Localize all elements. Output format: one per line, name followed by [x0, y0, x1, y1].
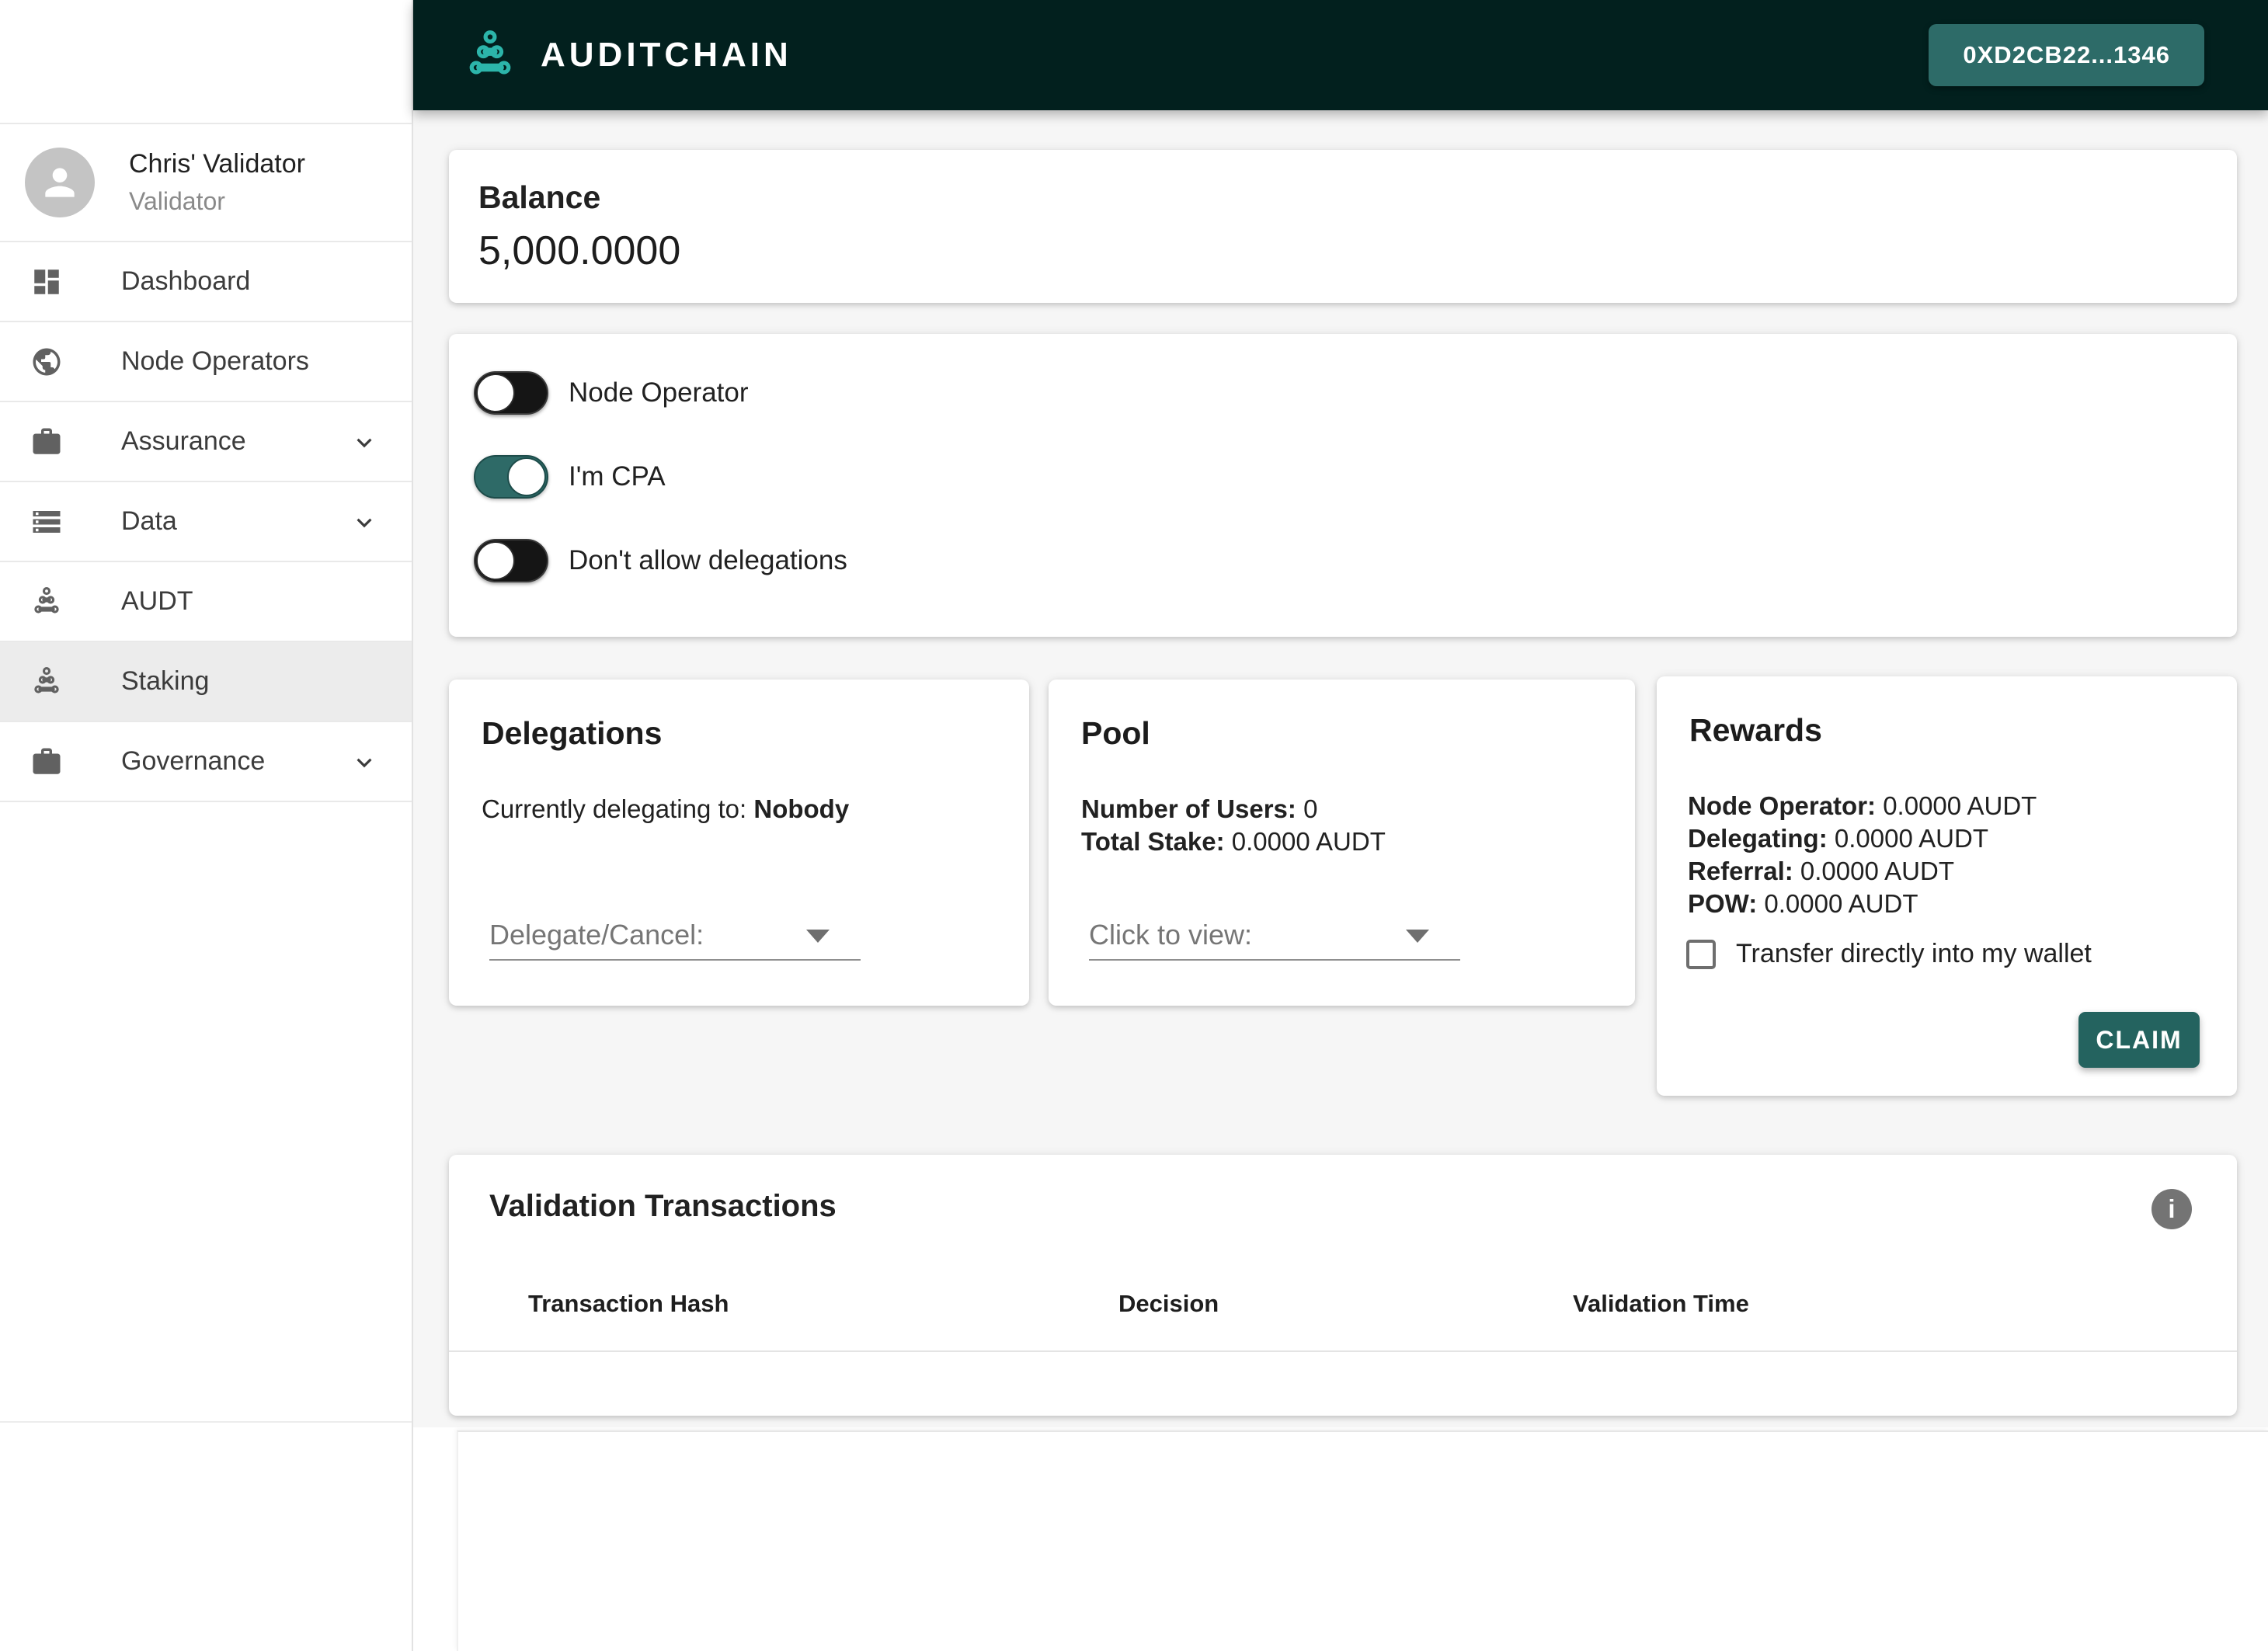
- sidebar-item-dashboard[interactable]: Dashboard: [0, 242, 412, 322]
- briefcase-icon: [30, 745, 64, 779]
- wallet-address-button[interactable]: 0XD2CB22...1346: [1929, 24, 2204, 86]
- im-cpa-toggle[interactable]: [474, 455, 548, 499]
- sidebar-item-node-operators[interactable]: Node Operators: [0, 322, 412, 402]
- dropdown-caret-icon: [806, 930, 830, 943]
- pool-card: Pool Number of Users: 0 Total Stake: 0.0…: [1049, 680, 1635, 1006]
- profile-section: Chris' Validator Validator: [0, 124, 412, 242]
- node-operator-toggle[interactable]: [474, 371, 548, 415]
- briefcase-icon: [30, 425, 64, 459]
- chevron-down-icon: [350, 748, 379, 781]
- rewards-stats: Node Operator: 0.0000 AUDT Delegating: 0…: [1688, 790, 2037, 920]
- pool-stake-value: 0.0000 AUDT: [1231, 827, 1386, 856]
- rewards-card: Rewards Node Operator: 0.0000 AUDT Deleg…: [1657, 676, 2237, 1096]
- sidebar-bottom-divider: [0, 1421, 412, 1423]
- toggle-knob: [476, 374, 515, 412]
- sidebar-item-label: Node Operators: [121, 346, 309, 376]
- toggle-label: I'm CPA: [569, 461, 666, 492]
- delegation-status-label: Currently delegating to:: [482, 794, 754, 823]
- sidebar-item-audt[interactable]: AUDT: [0, 562, 412, 642]
- dropdown-caret-icon: [1406, 930, 1429, 943]
- pool-stake-label: Total Stake:: [1081, 827, 1232, 856]
- select-label: Delegate/Cancel:: [489, 919, 704, 951]
- delegations-card: Delegations Currently delegating to: Nob…: [449, 680, 1029, 1006]
- select-label: Click to view:: [1089, 919, 1253, 951]
- balance-card: Balance 5,000.0000: [449, 150, 2237, 303]
- toggle-knob: [507, 457, 546, 496]
- transfer-checkbox-label: Transfer directly into my wallet: [1736, 939, 2092, 968]
- reward-value: 0.0000 AUDT: [1883, 791, 2037, 820]
- reward-value: 0.0000 AUDT: [1834, 824, 1988, 853]
- sidebar-item-staking[interactable]: Staking: [0, 642, 412, 722]
- claim-button[interactable]: CLAIM: [2078, 1012, 2200, 1068]
- sidebar: Chris' Validator Validator Dashboard Nod…: [0, 0, 413, 1651]
- reward-label: Referral:: [1688, 857, 1800, 885]
- transfer-wallet-checkbox[interactable]: [1686, 939, 1716, 969]
- toggle-label: Don't allow delegations: [569, 545, 847, 575]
- table-body-section: [457, 1430, 2268, 1651]
- reward-value: 0.0000 AUDT: [1764, 889, 1918, 918]
- profile-name: Chris' Validator: [129, 149, 305, 179]
- toggle-row-dont-allow-delegations: Don't allow delegations: [474, 539, 847, 582]
- chevron-down-icon: [350, 428, 379, 461]
- delegation-status: Currently delegating to: Nobody: [482, 793, 849, 826]
- transactions-table-header: Transaction Hash Decision Validation Tim…: [449, 1290, 2237, 1326]
- balance-title: Balance: [478, 179, 601, 215]
- sidebar-item-label: Dashboard: [121, 266, 251, 296]
- toggle-knob: [476, 541, 515, 580]
- pool-title: Pool: [1081, 715, 1150, 751]
- validation-transactions-title: Validation Transactions: [489, 1189, 837, 1223]
- sidebar-item-label: AUDT: [121, 586, 193, 616]
- auditchain-icon: [30, 585, 64, 619]
- delegate-cancel-select[interactable]: Delegate/Cancel:: [489, 912, 861, 961]
- reward-value: 0.0000 AUDT: [1800, 857, 1955, 885]
- dashboard-icon: [30, 265, 64, 299]
- toggle-row-im-cpa: I'm CPA: [474, 455, 666, 499]
- pool-users-value: 0: [1303, 794, 1318, 823]
- person-icon: [45, 168, 75, 197]
- brand-name: AUDITCHAIN: [541, 36, 792, 74]
- balance-value: 5,000.0000: [478, 228, 681, 273]
- validation-transactions-card: Validation Transactions i Transaction Ha…: [449, 1155, 2237, 1416]
- info-icon[interactable]: i: [2151, 1189, 2192, 1229]
- auditchain-logo-icon: [469, 30, 511, 75]
- staking-page: Chris' Validator Validator Dashboard Nod…: [0, 0, 2268, 1651]
- sidebar-item-label: Staking: [121, 666, 210, 696]
- sidebar-item-assurance[interactable]: Assurance: [0, 402, 412, 482]
- column-decision: Decision: [1118, 1290, 1219, 1317]
- sidebar-top-spacer: [0, 0, 412, 124]
- rewards-title: Rewards: [1689, 712, 1822, 748]
- table-header-divider: [449, 1350, 2237, 1352]
- pool-view-select[interactable]: Click to view:: [1089, 912, 1460, 961]
- column-transaction-hash: Transaction Hash: [528, 1290, 729, 1317]
- toggle-label: Node Operator: [569, 377, 749, 408]
- column-validation-time: Validation Time: [1573, 1290, 1749, 1317]
- reward-label: Delegating:: [1688, 824, 1835, 853]
- sidebar-item-label: Governance: [121, 746, 266, 776]
- storage-icon: [30, 505, 64, 539]
- sidebar-item-label: Assurance: [121, 426, 246, 456]
- sidebar-item-label: Data: [121, 506, 177, 536]
- auditchain-icon: [30, 665, 64, 699]
- app-header: AUDITCHAIN 0XD2CB22...1346: [413, 0, 2268, 110]
- settings-card: Node Operator I'm CPA Don't allow delega…: [449, 334, 2237, 637]
- profile-role: Validator: [129, 187, 225, 215]
- toggle-row-node-operator: Node Operator: [474, 371, 749, 415]
- reward-label: Node Operator:: [1688, 791, 1884, 820]
- sidebar-item-governance[interactable]: Governance: [0, 722, 412, 802]
- dont-allow-delegations-toggle[interactable]: [474, 539, 548, 582]
- pool-users-label: Number of Users:: [1081, 794, 1304, 823]
- chevron-down-icon: [350, 508, 379, 541]
- transfer-checkbox-row: Transfer directly into my wallet: [1686, 939, 2092, 969]
- pool-stats: Number of Users: 0 Total Stake: 0.0000 A…: [1081, 793, 1386, 858]
- delegation-status-value: Nobody: [753, 794, 850, 823]
- reward-label: POW:: [1688, 889, 1765, 918]
- brand: AUDITCHAIN: [461, 26, 792, 84]
- avatar: [25, 148, 95, 217]
- sidebar-item-data[interactable]: Data: [0, 482, 412, 562]
- globe-icon: [30, 345, 64, 379]
- delegations-title: Delegations: [482, 715, 663, 751]
